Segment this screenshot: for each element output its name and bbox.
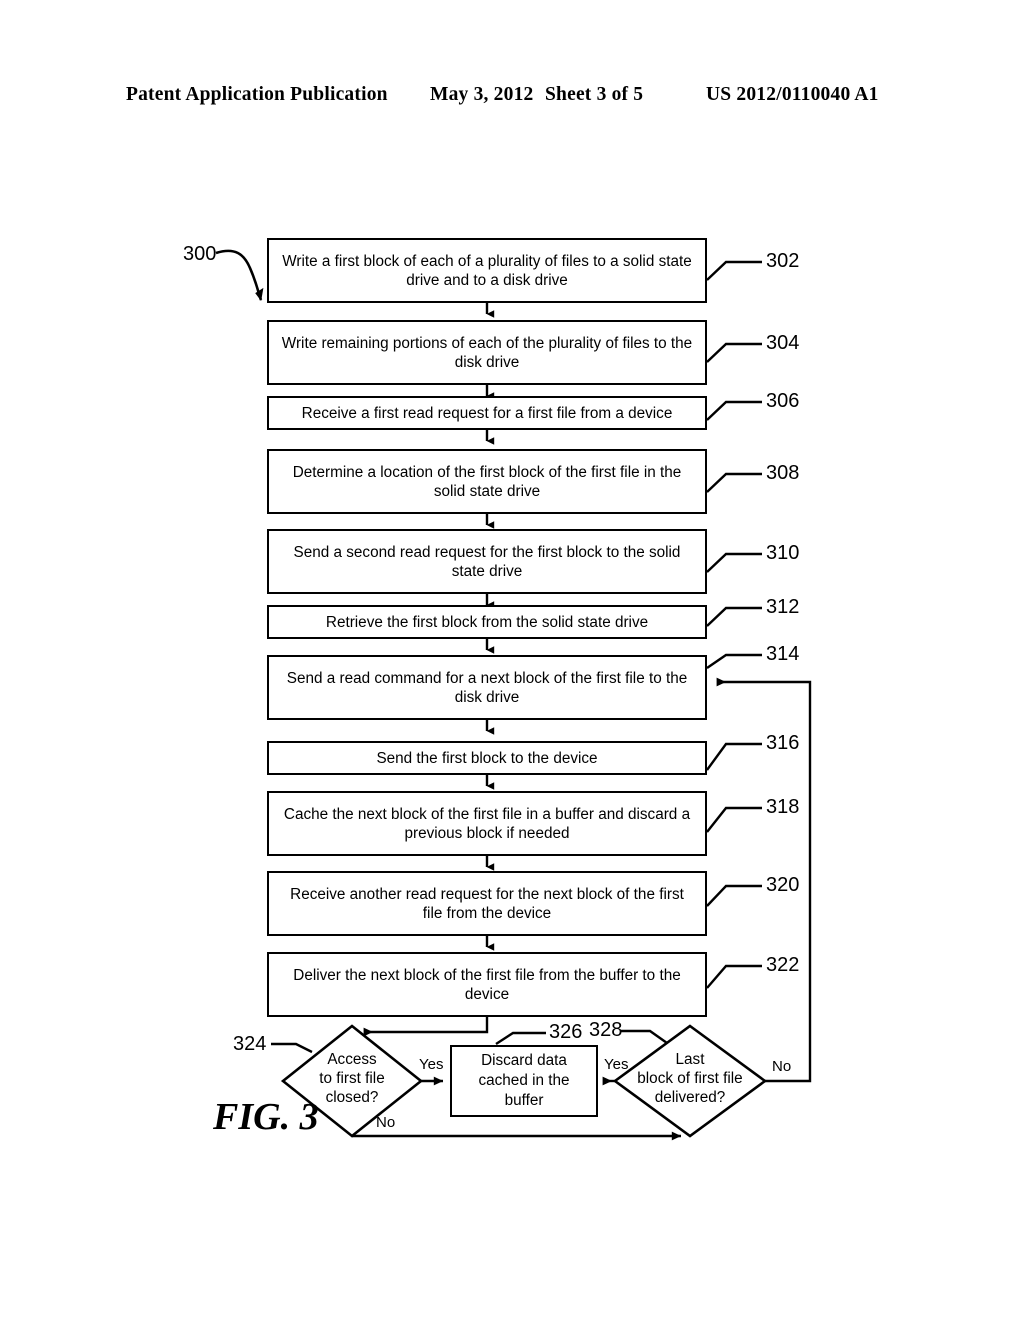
process-box-326-text: Discard data cached in the buffer [462, 1051, 586, 1111]
process-box-326-line3: buffer [504, 1092, 544, 1109]
process-box-318: Cache the next block of the first file i… [267, 791, 707, 856]
process-box-304-text: Write remaining portions of each of the … [281, 334, 693, 371]
decision-324-line2: to first file [319, 1070, 385, 1087]
decision-328-line3: delivered? [654, 1089, 726, 1106]
process-box-302: Write a first block of each of a plurali… [267, 238, 707, 303]
process-box-310-text: Send a second read request for the first… [293, 543, 681, 580]
flow-300-leader [215, 249, 264, 302]
process-box-316: Send the first block to the device [267, 741, 707, 775]
decision-328: Last block of first file delivered? [609, 1026, 771, 1136]
process-box-326: Discard data cached in the buffer [450, 1045, 598, 1117]
process-box-312-text: Retrieve the first block from the solid … [325, 613, 649, 631]
reference-leader-lines [706, 260, 762, 989]
process-box-326-line2: cached in the [478, 1072, 570, 1089]
patent-figure-3: Write a first block of each of a plurali… [0, 0, 1024, 1320]
branch-label-328-yes: Yes [604, 1056, 629, 1073]
process-box-320-text: Receive another read request for the nex… [290, 885, 684, 922]
ref-numeral-310: 310 [766, 542, 800, 564]
process-box-326-line1: Discard data [481, 1052, 567, 1069]
process-box-318-text: Cache the next block of the first file i… [283, 805, 691, 842]
process-box-304: Write remaining portions of each of the … [267, 320, 707, 385]
process-box-314-text: Send a read command for a next block of … [286, 669, 688, 706]
ref-numeral-328: 328 [589, 1019, 623, 1041]
decision-324-line1: Access [327, 1051, 377, 1068]
branch-label-324-yes: Yes [419, 1056, 444, 1073]
process-box-308-text: Determine a location of the first block … [292, 463, 682, 500]
branch-label-328-no: No [772, 1058, 792, 1075]
ref-numeral-318: 318 [766, 796, 800, 818]
ref-numeral-316: 316 [766, 732, 800, 754]
process-box-308: Determine a location of the first block … [267, 449, 707, 514]
ref-numeral-304: 304 [766, 332, 800, 354]
ref-numeral-326: 326 [549, 1021, 583, 1043]
process-box-302-text: Write a first block of each of a plurali… [282, 252, 692, 289]
ref-numeral-306: 306 [766, 390, 800, 412]
ref-numeral-312: 312 [766, 596, 800, 618]
process-box-316-text: Send the first block to the device [376, 749, 598, 767]
process-box-314: Send a read command for a next block of … [267, 655, 707, 720]
branch-label-324-no: No [376, 1114, 396, 1131]
flow-label-300: 300 [183, 243, 217, 265]
ref-numeral-324: 324 [233, 1033, 267, 1055]
ref-numeral-314: 314 [766, 643, 800, 665]
ref-numeral-308: 308 [766, 462, 800, 484]
process-box-306: Receive a first read request for a first… [267, 396, 707, 430]
ref-numeral-322: 322 [766, 954, 800, 976]
ref-numeral-320: 320 [766, 874, 800, 896]
ref-numeral-302: 302 [766, 250, 800, 272]
figure-caption: FIG. 3 [213, 1096, 319, 1138]
process-box-322: Deliver the next block of the first file… [267, 952, 707, 1017]
process-box-310: Send a second read request for the first… [267, 529, 707, 594]
process-box-306-text: Receive a first read request for a first… [301, 404, 673, 422]
decision-328-line1: Last [675, 1051, 705, 1068]
process-box-322-text: Deliver the next block of the first file… [293, 966, 681, 1003]
decision-328-line2: block of first file [637, 1070, 743, 1087]
process-box-320: Receive another read request for the nex… [267, 871, 707, 936]
process-box-312: Retrieve the first block from the solid … [267, 605, 707, 639]
